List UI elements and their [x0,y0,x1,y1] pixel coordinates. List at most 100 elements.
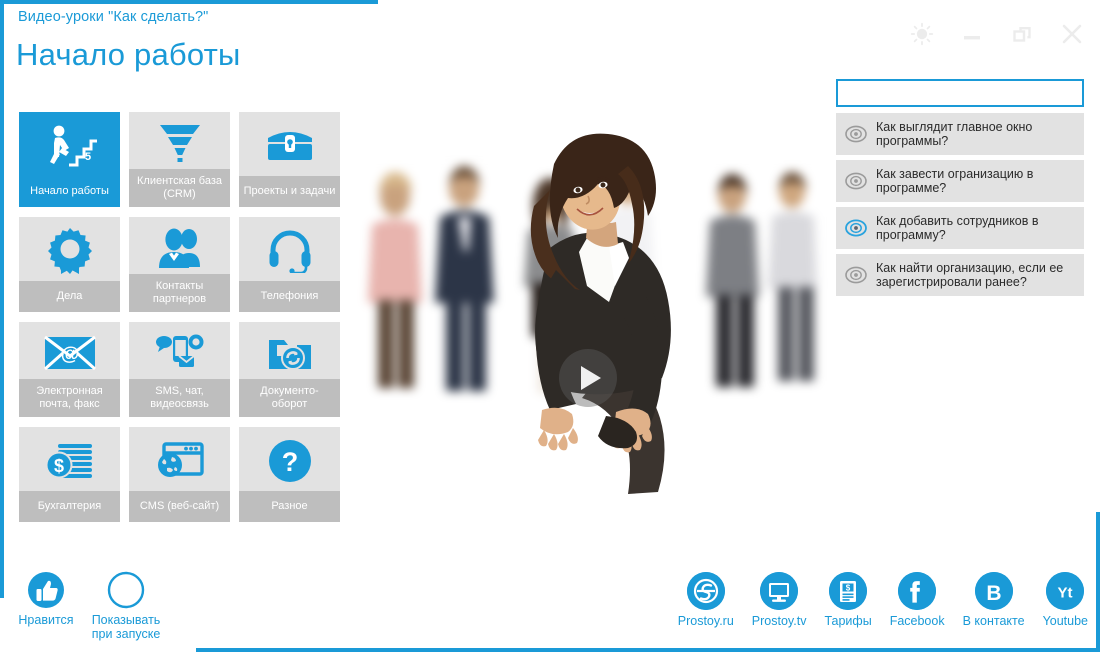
eye-icon [845,125,867,143]
tile-dela[interactable]: Дела [19,217,120,312]
vkontakte-icon: В [974,572,1013,610]
like-label: Нравится [18,613,74,627]
link-label: Prostoy.tv [751,614,807,628]
link-vkontakte[interactable]: В В контакте [963,572,1025,628]
chat-phone-icon [129,322,230,379]
tile-raznoe[interactable]: ? Разное [239,427,340,522]
tile-label: SMS, чат, видеосвязь [129,379,230,417]
link-prostoy-tv[interactable]: Prostoy.tv [751,572,807,628]
tile-telefoniya[interactable]: Телефония [239,217,340,312]
chest-icon [239,112,340,176]
stairs-walk-icon: 5 [19,112,120,177]
monitor-icon [760,572,799,610]
tile-label: Начало работы [30,185,109,197]
folder-sync-icon [239,322,340,379]
link-label: Prostoy.ru [677,614,734,628]
tile-label: Контакты партнеров [129,274,230,312]
tile-label: Разное [239,491,340,522]
list-item-label: Как выглядит главное окно программы? [876,120,1033,148]
link-label: Youtube [1042,614,1088,628]
application-window: Видео-уроки "Как сделать?" Начало работы [0,0,1100,652]
page-title: Начало работы [16,37,241,72]
show-on-startup-label: Показывать при запуске [91,613,161,641]
link-facebook[interactable]: Facebook [890,572,945,628]
video-side-panel: Как выглядит главное окно программы? Как… [836,79,1084,296]
people-icon [129,217,230,274]
video-player[interactable] [340,60,836,530]
eye-icon [845,172,867,190]
question-mark-icon: ? [239,427,340,491]
tile-dokumentooborot[interactable]: Документо- оборот [239,322,340,417]
eye-icon-active [845,219,867,237]
list-item[interactable]: Как добавить сотрудников в программу? [836,207,1084,249]
tile-proekty-i-zadachi[interactable]: Проекты и задачи [239,112,340,207]
list-item-label: Как найти организацию, если ее зарегистр… [876,261,1064,289]
play-icon[interactable] [559,349,617,407]
list-item[interactable]: Как завести огранизацию в программе? [836,160,1084,202]
play-triangle [581,366,601,390]
svg-text:$: $ [53,456,63,476]
eye-icon [845,266,867,284]
svg-text:$: $ [846,584,851,593]
award-rosette-icon [19,217,120,281]
window-controls [908,20,1086,48]
tile-label: Документо- оборот [239,379,340,417]
window-frame-right [1096,512,1100,652]
window-subtitle: Видео-уроки "Как сделать?" [18,9,209,25]
bottom-left-actions: Нравится Показывать при запуске [16,570,164,641]
svg-text:@: @ [60,344,79,365]
window-frame-bottom [200,648,1100,652]
link-label: В контакте [962,614,1025,628]
tile-label: Телефония [239,281,340,312]
tile-label: Электронная почта, факс [19,379,120,417]
link-prostoy-ru[interactable]: Prostoy.ru [678,572,734,628]
facebook-icon [898,572,937,610]
coins-dollar-icon: $ [19,427,120,491]
svg-text:В: В [986,582,1001,605]
tile-label: Бухгалтерия [19,491,120,522]
list-item-label: Как завести огранизацию в программе? [876,167,1034,195]
link-label: Facebook [889,614,945,628]
thumbs-up-icon [26,570,66,610]
youtube-icon: Yt [1046,572,1085,610]
module-tile-grid: 5 Начало работы Клиентская база (CRM) Пр… [19,112,340,522]
minimize-icon[interactable] [958,20,986,48]
window-frame-top [0,0,378,4]
svg-text:?: ? [281,447,298,477]
like-button[interactable]: Нравится [16,570,76,641]
list-item-label: Как добавить сотрудников в программу? [876,214,1039,242]
link-tarify[interactable]: $ Тарифы [824,572,872,628]
tile-nachalo-raboty[interactable]: 5 Начало работы [19,112,120,207]
hero-woman-image [530,133,671,494]
bottom-right-links: Prostoy.ru Prostoy.tv $ Тарифы Facebook … [678,572,1088,628]
tile-label: Клиентская база (CRM) [129,169,230,207]
svg-text:Yt: Yt [1058,585,1073,602]
window-frame-left [0,0,4,598]
prostoy-s-icon [686,572,725,610]
tile-buhgalteriya[interactable]: $ Бухгалтерия [19,427,120,522]
close-icon[interactable] [1058,20,1086,48]
envelope-at-icon: @ [19,322,120,379]
list-item[interactable]: Как выглядит главное окно программы? [836,113,1084,155]
brightness-icon[interactable] [908,20,936,48]
headset-icon [239,217,340,281]
tile-sms-chat[interactable]: SMS, чат, видеосвязь [129,322,230,417]
tile-elektronnaya-pochta[interactable]: @ Электронная почта, факс [19,322,120,417]
funnel-icon [129,112,230,169]
video-lesson-list: Как выглядит главное окно программы? Как… [836,113,1084,296]
tile-label: Дела [19,281,120,312]
link-youtube[interactable]: Yt Youtube [1043,572,1088,628]
show-on-startup-toggle[interactable]: Показывать при запуске [88,570,164,641]
tile-klientskaya-baza[interactable]: Клиентская база (CRM) [129,112,230,207]
price-list-icon: $ [829,572,868,610]
list-item[interactable]: Как найти организацию, если ее зарегистр… [836,254,1084,296]
link-label: Тарифы [824,614,872,628]
search-input[interactable] [836,79,1084,107]
empty-circle-icon [106,570,146,610]
tile-label: Проекты и задачи [239,176,340,207]
tile-cms-website[interactable]: CMS (веб-сайт) [129,427,230,522]
tile-label: CMS (веб-сайт) [129,491,230,522]
tile-kontakty-partnerov[interactable]: Контакты партнеров [129,217,230,312]
window-frame-bottom-stub [196,648,206,652]
restore-icon[interactable] [1008,20,1036,48]
